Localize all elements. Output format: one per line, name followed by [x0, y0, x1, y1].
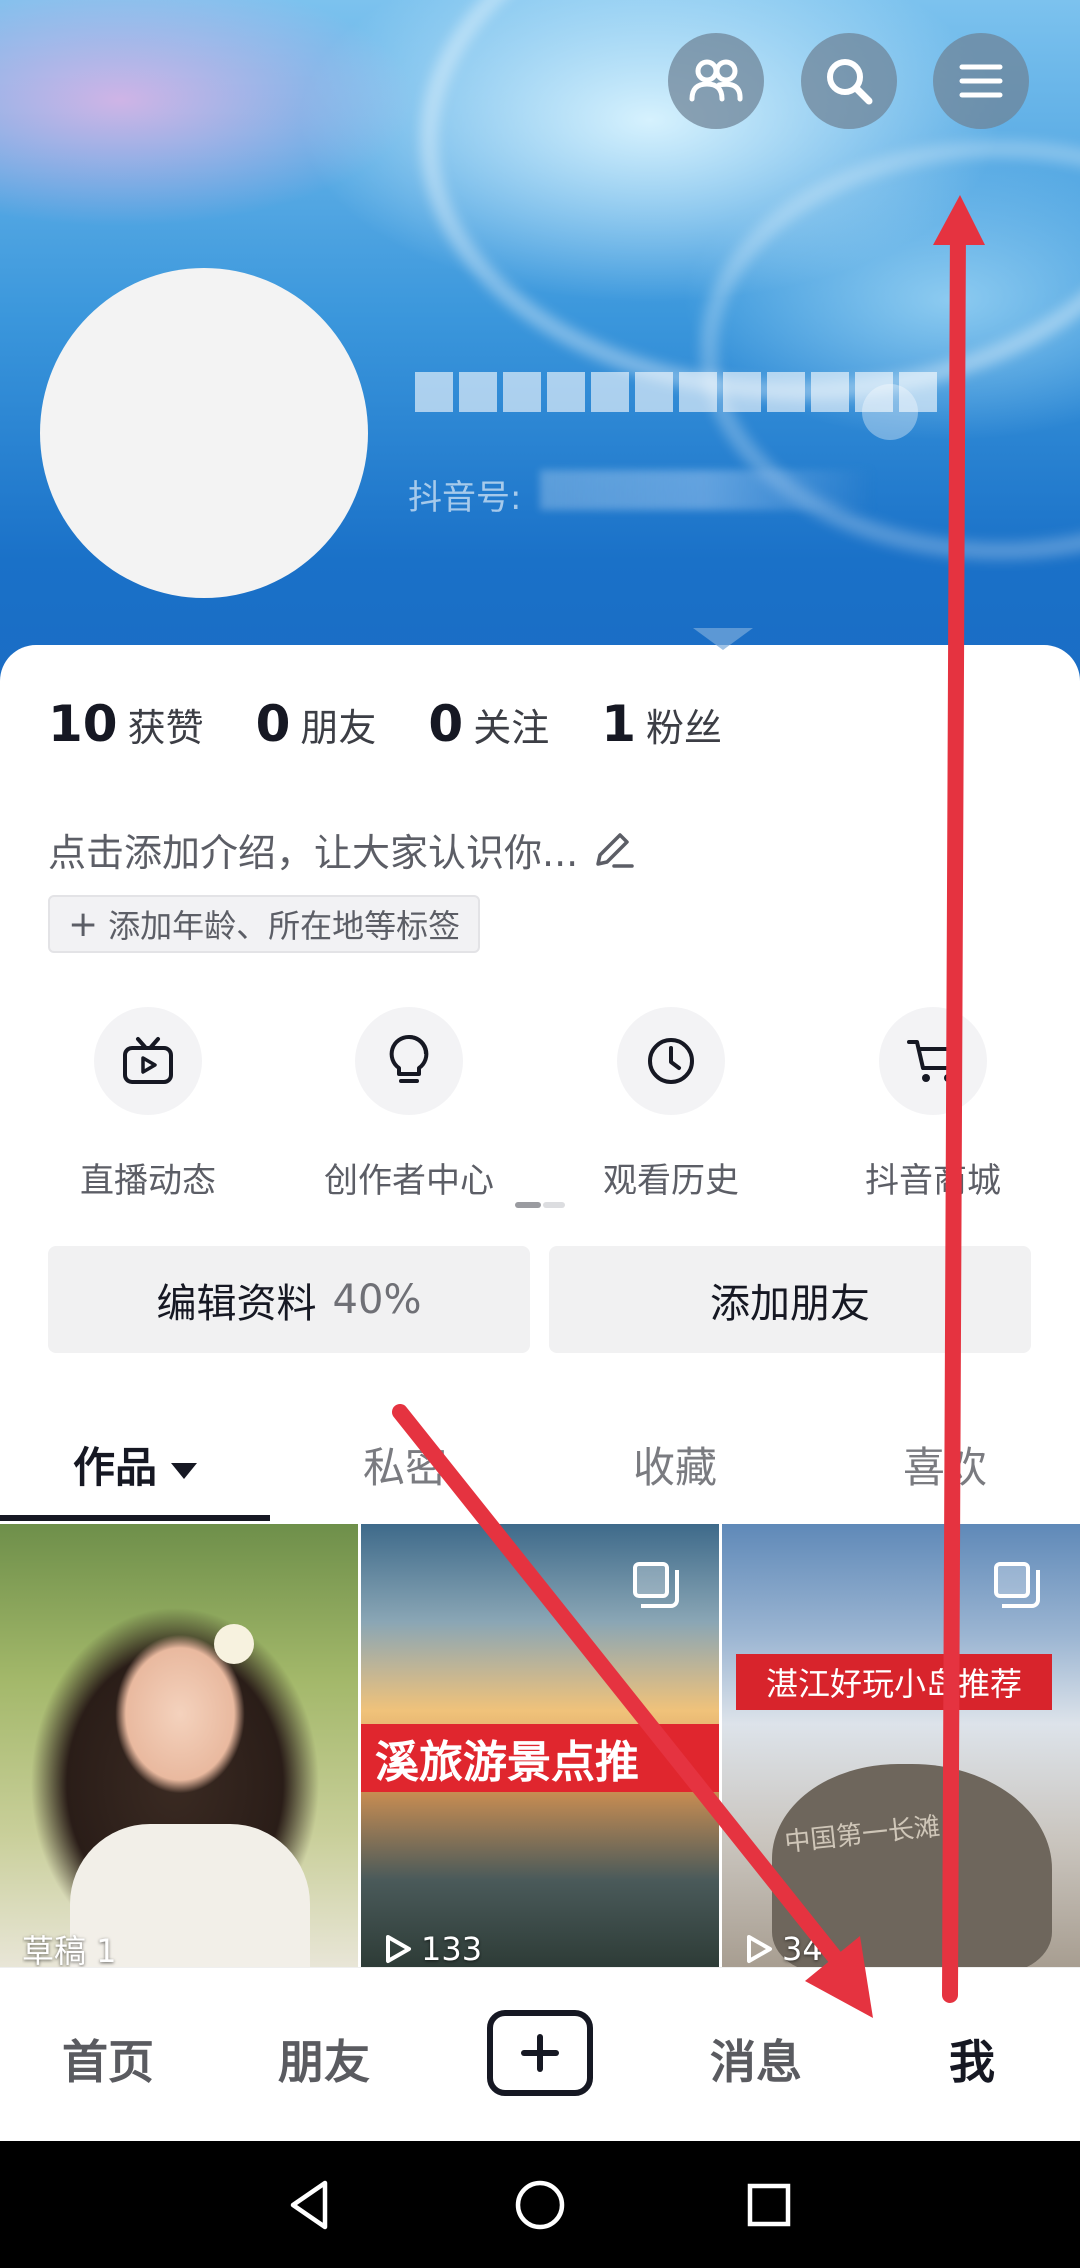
menu-button[interactable]	[933, 33, 1029, 129]
shortcut-live-updates[interactable]: 直播动态	[33, 1007, 263, 1202]
page-indicator-active	[515, 1202, 541, 1208]
shortcut-icon-circle	[94, 1007, 202, 1115]
stat-label: 朋友	[300, 706, 377, 750]
video-thumbnail-draft[interactable]: 草稿 1	[0, 1524, 358, 1969]
content-tabs: 作品 私密 收藏 喜欢	[0, 1410, 1080, 1520]
home-circle-icon	[515, 2180, 565, 2229]
recents-button[interactable]	[709, 2141, 829, 2268]
tab-favorites[interactable]: 收藏	[540, 1434, 810, 1495]
menu-icon	[959, 64, 1003, 98]
stat-label: 粉丝	[646, 706, 723, 750]
profile-stats: 10 获赞 0 朋友 0 关注 1 粉丝	[48, 695, 774, 753]
video-thumbnail[interactable]: 湛江好玩小岛推荐 中国第一长滩 34	[722, 1524, 1080, 1969]
stat-label: 获赞	[127, 706, 204, 750]
shortcut-icon-circle	[617, 1007, 725, 1115]
multi-image-icon	[633, 1562, 679, 1608]
play-icon	[386, 1935, 411, 1963]
recents-square-icon	[747, 2183, 791, 2226]
bottom-navigation: 首页 朋友 消息 我	[0, 1967, 1080, 2141]
edit-profile-button[interactable]: 编辑资料 40%	[48, 1246, 530, 1353]
system-navigation-bar	[0, 2141, 1080, 2268]
back-button[interactable]	[250, 2141, 370, 2268]
douyin-id-label: 抖音号:	[408, 478, 522, 518]
tab-likes[interactable]: 喜欢	[810, 1434, 1080, 1495]
stat-followers[interactable]: 1 粉丝	[601, 695, 722, 753]
play-count-value: 133	[421, 1930, 483, 1968]
play-count: 34	[744, 1929, 823, 1969]
thumbnail-banner: 溪旅游景点推	[361, 1724, 719, 1792]
shortcut-label: 抖音商城	[865, 1161, 1001, 1201]
expand-header-indicator[interactable]	[693, 628, 753, 650]
shortcut-icon-circle	[355, 1007, 463, 1115]
friends-icon	[689, 59, 743, 102]
avatar[interactable]	[40, 268, 368, 598]
nav-messages[interactable]: 消息	[648, 2026, 864, 2092]
plus-icon: +	[68, 903, 99, 945]
lightbulb-icon	[389, 1034, 429, 1083]
stat-number: 10	[48, 695, 118, 753]
cart-icon	[907, 1040, 958, 1082]
stat-number: 1	[601, 695, 637, 753]
plus-icon	[521, 2034, 559, 2072]
shortcut-watch-history[interactable]: 观看历史	[556, 1007, 786, 1202]
edit-name-button[interactable]	[862, 384, 918, 440]
add-friend-button[interactable]: 添加朋友	[549, 1246, 1031, 1353]
tab-label: 作品	[72, 1443, 157, 1492]
post-button[interactable]	[487, 2010, 593, 2096]
tab-works[interactable]: 作品	[0, 1434, 270, 1495]
multi-image-icon	[994, 1562, 1040, 1608]
add-tags-label: 添加年龄、所在地等标签	[108, 907, 461, 945]
stat-likes[interactable]: 10 获赞	[48, 695, 204, 753]
shortcut-row: 直播动态 创作者中心 观看历史 抖音商城	[0, 1007, 1080, 1207]
douyin-id-redacted	[540, 470, 870, 510]
search-button[interactable]	[801, 33, 897, 129]
draft-caption: 草稿 1	[22, 1932, 117, 1969]
profile-completion-percent: 40%	[332, 1276, 422, 1323]
nav-me[interactable]: 我	[864, 2026, 1080, 2092]
page-indicator-inactive	[543, 1202, 565, 1208]
edit-profile-label: 编辑资料	[156, 1280, 317, 1327]
clock-icon	[648, 1038, 694, 1084]
tab-label: 收藏	[632, 1443, 717, 1492]
pencil-icon	[596, 832, 634, 868]
draft-count: 草稿 1	[22, 1929, 117, 1969]
home-button[interactable]	[480, 2141, 600, 2268]
back-triangle-icon	[290, 2180, 328, 2229]
video-grid: 草稿 1 溪旅游景点推 133 湛江好玩小岛推荐 中国第一长滩 34	[0, 1524, 1080, 1969]
profile-header-background: 抖音号:	[0, 0, 1080, 700]
bio-placeholder[interactable]: 点击添加介绍，让大家认识你...	[48, 822, 636, 877]
stat-following[interactable]: 0 关注	[428, 695, 549, 753]
bio-text: 点击添加介绍，让大家认识你...	[48, 831, 579, 875]
dropdown-triangle-icon	[171, 1462, 197, 1479]
shortcut-label: 创作者中心	[324, 1161, 494, 1201]
nickname-redacted	[415, 372, 937, 412]
thumbnail-banner: 湛江好玩小岛推荐	[736, 1654, 1052, 1710]
stat-number: 0	[428, 695, 464, 753]
search-icon	[827, 59, 873, 105]
shortcut-label: 直播动态	[80, 1161, 216, 1201]
stat-number: 0	[255, 695, 291, 753]
play-count-value: 34	[782, 1930, 823, 1968]
active-tab-underline	[0, 1515, 270, 1521]
shortcut-page-indicator	[515, 1202, 565, 1208]
stat-label: 关注	[473, 706, 550, 750]
shortcut-douyin-mall[interactable]: 抖音商城	[818, 1007, 1048, 1202]
tab-private[interactable]: 私密	[270, 1434, 540, 1495]
thumbnail-flower	[214, 1624, 254, 1664]
nav-friends[interactable]: 朋友	[216, 2026, 432, 2092]
friends-button[interactable]	[668, 33, 764, 129]
shortcut-creator-center[interactable]: 创作者中心	[294, 1007, 524, 1202]
add-tags-button[interactable]: + 添加年龄、所在地等标签	[48, 895, 481, 953]
play-icon	[747, 1935, 772, 1963]
play-count: 133	[383, 1929, 482, 1969]
stat-friends[interactable]: 0 朋友	[256, 695, 377, 753]
live-tv-icon	[123, 1037, 173, 1084]
tab-label: 喜欢	[902, 1443, 987, 1492]
add-friend-label: 添加朋友	[710, 1280, 870, 1327]
tab-label: 私密	[362, 1443, 447, 1492]
shortcut-icon-circle	[879, 1007, 987, 1115]
shortcut-label: 观看历史	[603, 1161, 739, 1201]
nav-home[interactable]: 首页	[0, 2026, 216, 2092]
video-thumbnail[interactable]: 溪旅游景点推 133	[361, 1524, 719, 1969]
